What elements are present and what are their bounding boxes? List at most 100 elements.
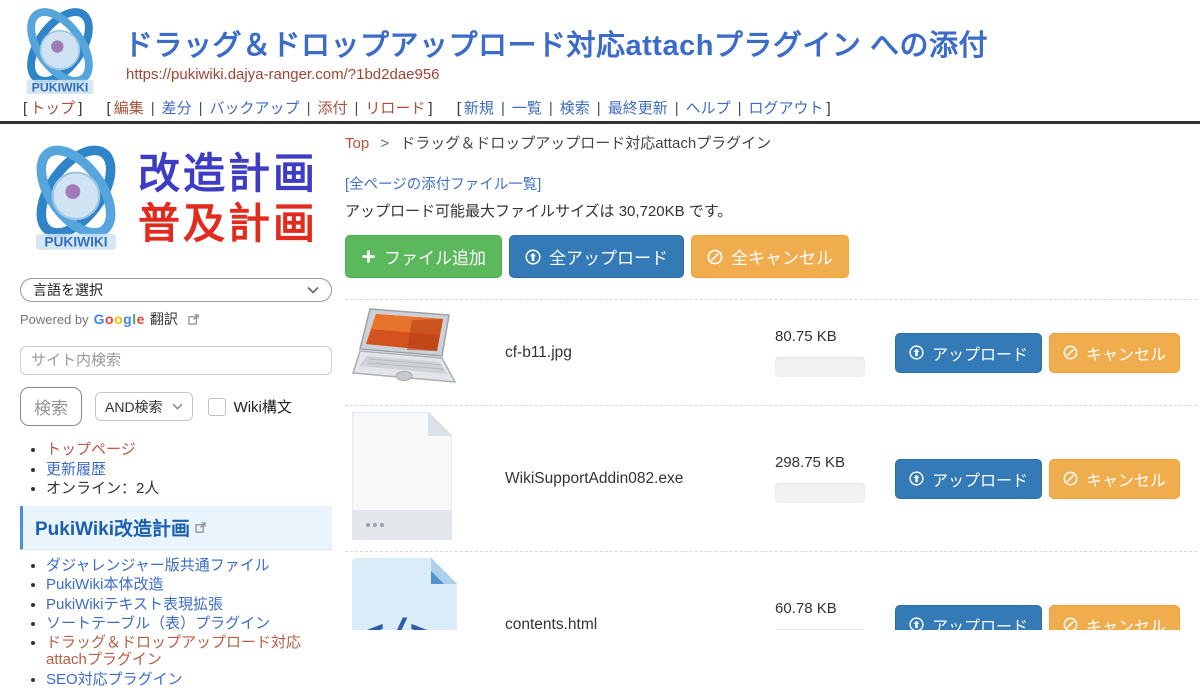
external-link-icon xyxy=(188,314,199,325)
sidebar-item-dnd-attach[interactable]: ドラッグ＆ドロップアップロード対応attachプラグイン xyxy=(46,634,301,668)
search-controls: 検索 AND検索 Wiki構文 xyxy=(20,387,332,426)
cancel-all-button[interactable]: 全キャンセル xyxy=(691,235,849,278)
nav-item-recent[interactable]: 最終更新 xyxy=(608,100,668,117)
separator: | xyxy=(738,100,742,117)
max-file-size-text: アップロード可能最大ファイルサイズは 30,720KB です。 xyxy=(345,200,1197,221)
language-select[interactable]: 言語を選択 xyxy=(20,278,332,302)
upload-circle-icon xyxy=(909,471,924,486)
sidebar-plugin-links: ダジャレンジャー版共通ファイル PukiWiki本体改造 PukiWikiテキス… xyxy=(20,557,332,688)
breadcrumb-separator: > xyxy=(380,135,389,152)
svg-text:PUKIWIKI: PUKIWIKI xyxy=(32,80,89,94)
sidebar-item-common-files[interactable]: ダジャレンジャー版共通ファイル xyxy=(46,557,270,574)
list-item: PukiWikiテキスト表現拡張 xyxy=(46,596,332,613)
nav-item-top[interactable]: トップ xyxy=(30,100,75,117)
nav-item-new[interactable]: 新規 xyxy=(464,100,494,117)
table-row: cf-b11.jpg 80.75 KB アップロード xyxy=(345,299,1197,405)
nav-item-diff[interactable]: 差分 xyxy=(162,100,192,117)
file-size: 298.75 KB xyxy=(775,454,885,471)
atom-icon: PUKIWIKI xyxy=(16,6,104,99)
upload-button[interactable]: アップロード xyxy=(895,459,1042,499)
generic-file-icon xyxy=(352,412,452,540)
upload-circle-icon xyxy=(525,249,541,265)
ban-icon xyxy=(1063,471,1078,486)
svg-text:</>: </> xyxy=(359,609,435,630)
sidebar-quick-links: トップページ 更新履歴 オンライン：2人 xyxy=(20,441,332,498)
cancel-button[interactable]: キャンセル xyxy=(1049,605,1180,631)
list-item: ソートテーブル（表）プラグイン xyxy=(46,615,332,632)
nav-item-logout[interactable]: ログアウト xyxy=(749,100,824,117)
page-title: ドラッグ＆ドロップアップロード対応attachプラグイン への添付 xyxy=(124,22,988,64)
breadcrumb-home[interactable]: Top xyxy=(345,135,369,152)
table-row: WikiSupportAddin082.exe 298.75 KB アップロード xyxy=(345,405,1197,551)
list-item: トップページ xyxy=(46,441,332,459)
sidebar-item-top-page[interactable]: トップページ xyxy=(46,441,136,458)
file-size: 60.78 KB xyxy=(775,600,885,617)
list-item: ドラッグ＆ドロップアップロード対応attachプラグイン xyxy=(46,634,332,669)
laptop-photo-thumbnail xyxy=(352,306,464,394)
file-name: cf-b11.jpg xyxy=(505,344,775,362)
sidebar-item-core-mod[interactable]: PukiWiki本体改造 xyxy=(46,576,164,593)
main-content: Top > ドラッグ＆ドロップアップロード対応attachプラグイン [全ページ… xyxy=(345,132,1197,630)
breadcrumb-current: ドラッグ＆ドロップアップロード対応attachプラグイン xyxy=(400,135,771,152)
separator: | xyxy=(307,100,311,117)
upload-circle-icon xyxy=(909,345,924,360)
sidebar: PUKIWIKI 改造計画 普及計画 言語を選択 Powered by Goog… xyxy=(20,140,332,690)
sidebar-logo[interactable]: PUKIWIKI 改造計画 普及計画 xyxy=(20,143,332,255)
bracket: ] xyxy=(428,100,432,117)
upload-button[interactable]: アップロード xyxy=(895,605,1042,631)
chevron-down-icon xyxy=(172,403,183,410)
separator: | xyxy=(501,100,505,117)
sidebar-item-text-ext[interactable]: PukiWikiテキスト表現拡張 xyxy=(46,596,223,613)
sidebar-section-heading[interactable]: PukiWiki改造計画 xyxy=(20,506,332,550)
separator: | xyxy=(549,100,553,117)
pukiwiki-logo[interactable]: PUKIWIKI xyxy=(16,6,104,100)
google-translate-attribution[interactable]: Powered by Google 翻訳 xyxy=(20,309,332,329)
file-name: WikiSupportAddin082.exe xyxy=(505,470,775,488)
search-mode-select[interactable]: AND検索 xyxy=(95,392,193,421)
add-files-button[interactable]: ファイル追加 xyxy=(345,235,502,278)
nav-item-help[interactable]: ヘルプ xyxy=(686,100,731,117)
separator: | xyxy=(354,100,358,117)
separator: | xyxy=(199,100,203,117)
cancel-button[interactable]: キャンセル xyxy=(1049,459,1180,499)
cancel-button[interactable]: キャンセル xyxy=(1049,333,1180,373)
wiki-syntax-checkbox[interactable] xyxy=(208,398,226,416)
separator: | xyxy=(675,100,679,117)
chevron-down-icon xyxy=(307,286,319,294)
search-button[interactable]: 検索 xyxy=(20,387,82,426)
site-search-input[interactable] xyxy=(20,346,332,375)
sidebar-item-update-history[interactable]: 更新履歴 xyxy=(46,461,106,478)
html-file-icon: </> xyxy=(352,558,457,630)
bracket: ] xyxy=(827,100,831,117)
nav-item-attach[interactable]: 添付 xyxy=(317,100,347,117)
sidebar-item-seo-plugin[interactable]: SEO対応プラグイン xyxy=(46,671,183,688)
wiki-syntax-label: Wiki構文 xyxy=(234,396,292,417)
bracket: [ xyxy=(457,100,461,117)
nav-item-reload[interactable]: リロード xyxy=(365,100,425,117)
list-item: ダジャレンジャー版共通ファイル xyxy=(46,557,332,574)
nav-item-backup[interactable]: バックアップ xyxy=(210,100,300,117)
atom-icon: PUKIWIKI xyxy=(20,143,132,255)
file-name: contents.html xyxy=(505,616,775,631)
list-item: PukiWiki本体改造 xyxy=(46,576,332,593)
breadcrumb: Top > ドラッグ＆ドロップアップロード対応attachプラグイン xyxy=(345,132,1197,153)
all-attachments-link[interactable]: [全ページの添付ファイル一覧] xyxy=(345,173,541,194)
progress-bar xyxy=(775,357,865,377)
bracket: ] xyxy=(78,100,82,117)
nav-item-edit[interactable]: 編集 xyxy=(114,100,144,117)
svg-text:PUKIWIKI: PUKIWIKI xyxy=(44,235,107,250)
nav-item-list[interactable]: 一覧 xyxy=(512,100,542,117)
plus-icon xyxy=(361,249,376,264)
ban-icon xyxy=(1063,617,1078,630)
upload-button[interactable]: アップロード xyxy=(895,333,1042,373)
list-item: オンライン：2人 xyxy=(46,480,332,498)
bracket: [ xyxy=(107,100,111,117)
header-divider xyxy=(0,121,1200,124)
upload-all-button[interactable]: 全アップロード xyxy=(509,235,684,278)
ban-icon xyxy=(1063,345,1078,360)
nav-item-search[interactable]: 検索 xyxy=(560,100,590,117)
online-count: オンライン：2人 xyxy=(46,480,159,497)
sidebar-item-sort-table[interactable]: ソートテーブル（表）プラグイン xyxy=(46,615,270,632)
list-item: 更新履歴 xyxy=(46,461,332,479)
page-url-link[interactable]: https://pukiwiki.dajya-ranger.com/?1bd2d… xyxy=(126,66,440,83)
